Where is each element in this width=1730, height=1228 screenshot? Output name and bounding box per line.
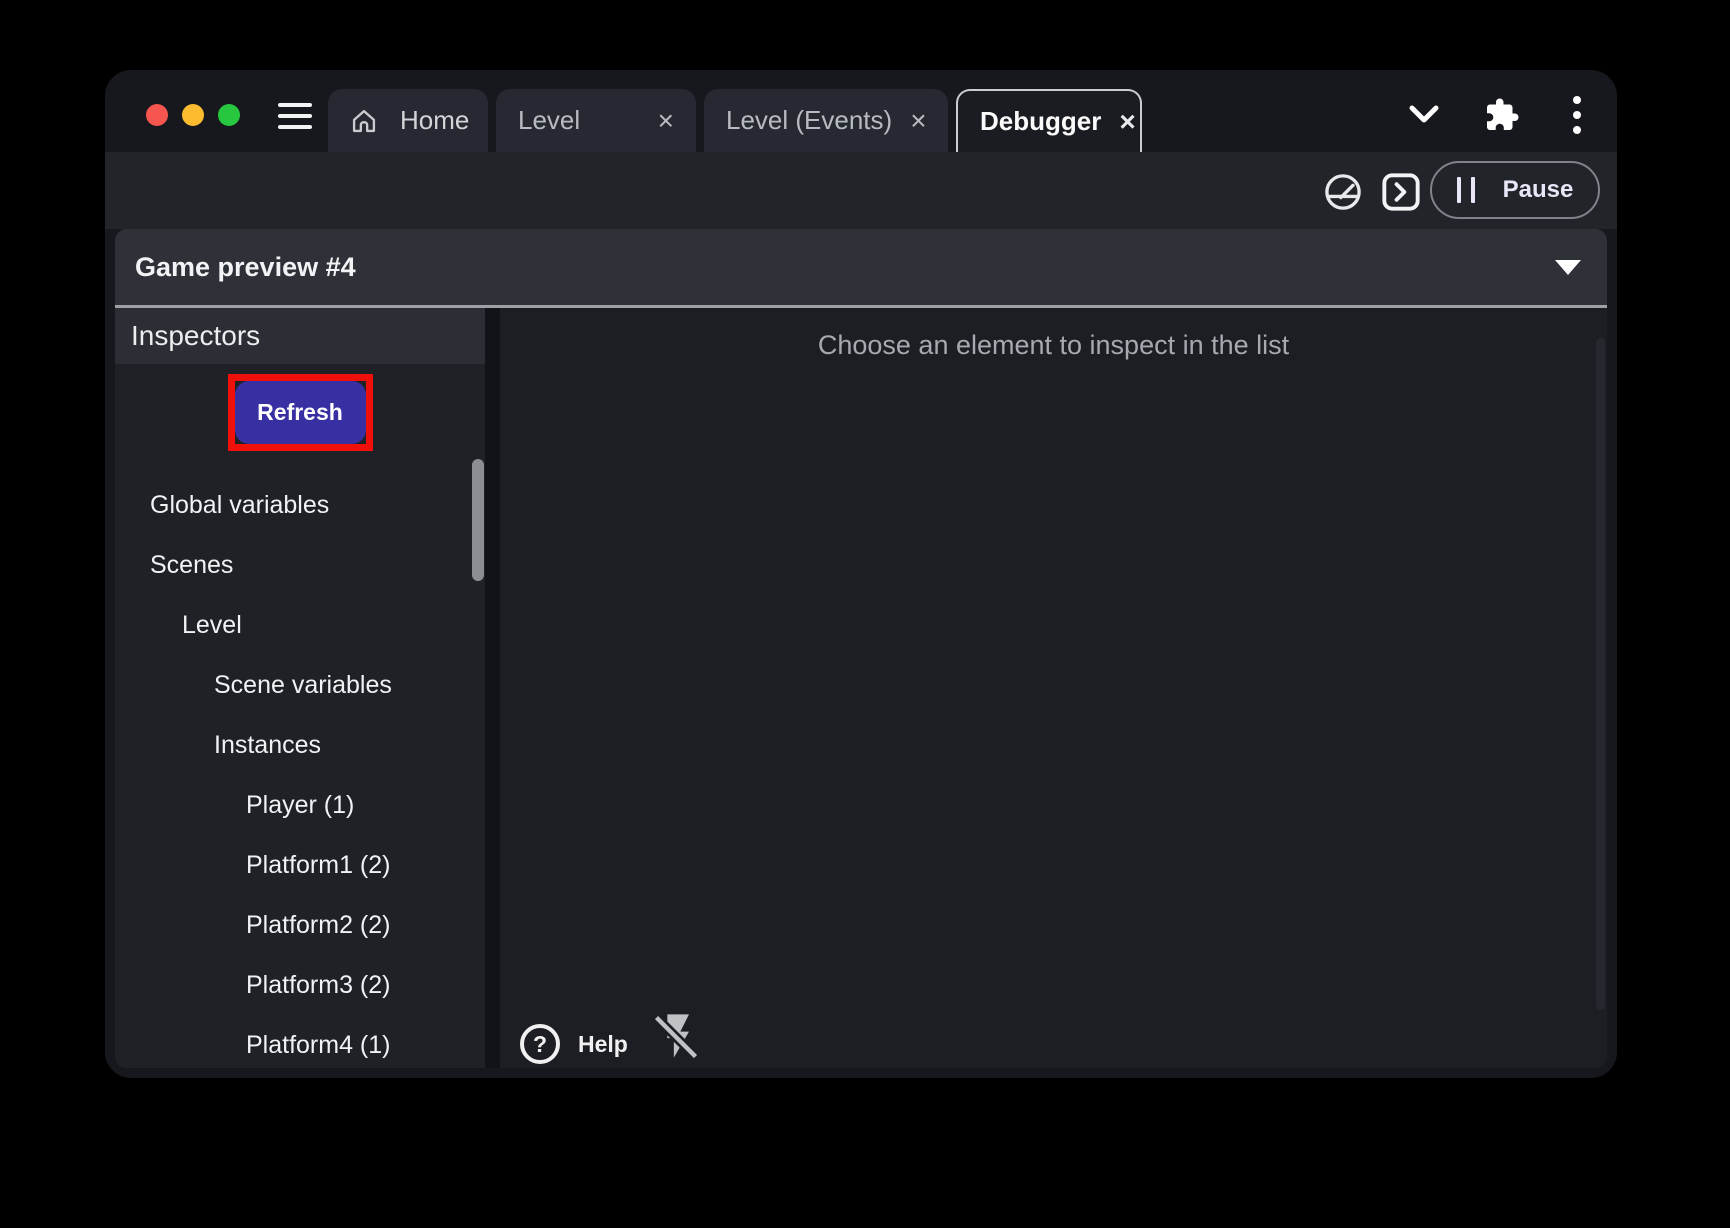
debugger-content: Game preview #4 Inspectors Refresh Globa… bbox=[115, 229, 1607, 1068]
sidebar-item-global-variables[interactable]: Global variables bbox=[115, 475, 485, 535]
tab-close-icon[interactable]: × bbox=[1101, 108, 1135, 136]
pause-label: Pause bbox=[1503, 176, 1574, 204]
help-icon: ? bbox=[520, 1024, 560, 1064]
inspector-detail-panel: Choose an element to inspect in the list… bbox=[500, 308, 1607, 1068]
sidebar-item-platform2-2[interactable]: Platform2 (2) bbox=[115, 895, 485, 955]
panels: Inspectors Refresh Global variablesScene… bbox=[115, 308, 1607, 1068]
refresh-button[interactable]: Refresh bbox=[235, 381, 366, 444]
tab-close-icon[interactable]: × bbox=[640, 107, 674, 135]
extensions-puzzle-icon[interactable] bbox=[1477, 95, 1527, 135]
preview-selector-label: Game preview #4 bbox=[135, 252, 356, 283]
tab-label: Level bbox=[518, 105, 580, 136]
pause-icon bbox=[1457, 177, 1475, 203]
inspectors-sidebar: Inspectors Refresh Global variablesScene… bbox=[115, 308, 485, 1068]
home-icon bbox=[350, 107, 378, 135]
app-window: HomeLevel×Level (Events)×Debugger× bbox=[105, 70, 1617, 1078]
preview-selector[interactable]: Game preview #4 bbox=[115, 229, 1607, 308]
traffic-lights bbox=[146, 104, 240, 126]
sidebar-item-scene-variables[interactable]: Scene variables bbox=[115, 655, 485, 715]
traffic-light-close[interactable] bbox=[146, 104, 168, 126]
tab-label: Level (Events) bbox=[726, 105, 892, 136]
help-button[interactable]: ? Help bbox=[520, 1024, 628, 1064]
kebab-menu-icon[interactable] bbox=[1555, 92, 1599, 138]
tab-debugger[interactable]: Debugger× bbox=[956, 89, 1142, 152]
inspectors-header: Inspectors bbox=[115, 308, 485, 364]
flash-off-icon[interactable] bbox=[650, 1010, 702, 1062]
tab-bar: HomeLevel×Level (Events)×Debugger× bbox=[105, 70, 1617, 152]
sidebar-item-platform4-1[interactable]: Platform4 (1) bbox=[115, 1015, 485, 1068]
tab-label: Home bbox=[400, 105, 469, 136]
dropdown-arrow-icon bbox=[1555, 260, 1581, 275]
main-scrollbar-thumb[interactable] bbox=[1596, 338, 1605, 1010]
sidebar-item-player-1[interactable]: Player (1) bbox=[115, 775, 485, 835]
pause-button[interactable]: Pause bbox=[1430, 161, 1600, 219]
help-label: Help bbox=[578, 1031, 628, 1058]
inspectors-list: Global variablesScenesLevelScene variabl… bbox=[115, 475, 485, 1068]
traffic-light-zoom[interactable] bbox=[218, 104, 240, 126]
tab-level-events[interactable]: Level (Events)× bbox=[704, 89, 948, 152]
refresh-highlight-box: Refresh bbox=[228, 374, 373, 451]
tab-home[interactable]: Home bbox=[328, 89, 488, 152]
debugger-toolbar: Pause bbox=[105, 152, 1617, 229]
tab-level[interactable]: Level × bbox=[496, 89, 696, 152]
traffic-light-minimize[interactable] bbox=[182, 104, 204, 126]
sidebar-item-instances[interactable]: Instances bbox=[115, 715, 485, 775]
sidebar-item-scenes[interactable]: Scenes bbox=[115, 535, 485, 595]
sidebar-scrollbar-thumb[interactable] bbox=[472, 459, 484, 581]
sidebar-item-platform3-2[interactable]: Platform3 (2) bbox=[115, 955, 485, 1015]
hamburger-menu-icon[interactable] bbox=[278, 103, 312, 129]
console-icon[interactable] bbox=[1379, 172, 1423, 212]
tab-close-icon[interactable]: × bbox=[892, 107, 926, 135]
empty-state-message: Choose an element to inspect in the list bbox=[500, 330, 1607, 361]
panel-divider bbox=[485, 308, 500, 1068]
profiler-gauge-icon[interactable] bbox=[1321, 172, 1365, 212]
tab-label: Debugger bbox=[980, 106, 1101, 137]
sidebar-item-platform1-2[interactable]: Platform1 (2) bbox=[115, 835, 485, 895]
sidebar-item-level[interactable]: Level bbox=[115, 595, 485, 655]
chevron-down-icon[interactable] bbox=[1399, 95, 1449, 135]
tab-strip: HomeLevel×Level (Events)×Debugger× bbox=[328, 89, 1150, 152]
